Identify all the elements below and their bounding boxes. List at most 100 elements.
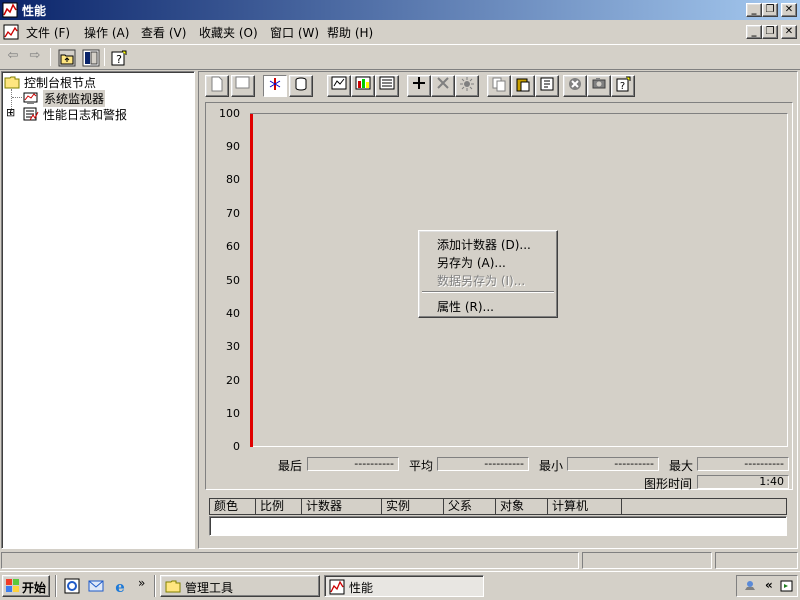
toolbar-separator xyxy=(104,48,105,66)
menu-properties[interactable]: 属性 (R)... xyxy=(437,298,494,315)
view-graph-icon[interactable] xyxy=(327,75,351,97)
volume-tray-icon[interactable] xyxy=(779,578,795,594)
average-label: 平均 xyxy=(409,459,434,473)
legend-col-scale[interactable]: 比例 xyxy=(256,499,302,514)
legend-list[interactable] xyxy=(209,516,787,536)
window-title: 性能 xyxy=(22,4,47,18)
minimum-value: ---------- xyxy=(567,457,659,471)
taskbar-separator xyxy=(154,575,156,597)
folder-icon xyxy=(4,76,20,89)
paste-counter-list-icon[interactable] xyxy=(511,75,535,97)
svg-text:?: ? xyxy=(620,81,625,92)
last-label: 最后 xyxy=(278,459,303,473)
status-bar xyxy=(0,550,800,570)
y-tick-label: 50 xyxy=(226,274,240,287)
menu-action[interactable]: 操作 (A) xyxy=(84,24,129,41)
clear-display-icon[interactable] xyxy=(231,75,255,97)
tree-line xyxy=(12,97,22,98)
forward-arrow-icon[interactable]: ⇨ xyxy=(24,47,46,67)
performance-app-icon xyxy=(329,579,345,595)
task-label: 管理工具 xyxy=(185,581,234,595)
performance-app-icon xyxy=(2,2,18,18)
sysmon-help-icon[interactable]: ? xyxy=(611,75,635,97)
status-pane-3 xyxy=(715,552,798,569)
tree-label: 控制台根节点 xyxy=(24,76,97,90)
delete-counter-icon[interactable] xyxy=(431,75,455,97)
mmc-document-icon[interactable] xyxy=(3,24,19,40)
view-current-activity-icon[interactable] xyxy=(263,75,287,97)
menu-help[interactable]: 帮助 (H) xyxy=(327,24,373,41)
view-histogram-icon[interactable] xyxy=(351,75,375,97)
child-close-button[interactable]: ✕ xyxy=(781,25,797,39)
title-bar: 性能 _ ❐ ✕ xyxy=(0,0,800,20)
status-pane-main xyxy=(1,552,579,569)
minimize-button[interactable]: _ xyxy=(746,3,762,17)
highlight-icon[interactable] xyxy=(455,75,479,97)
child-minimize-button[interactable]: _ xyxy=(746,25,762,39)
legend-col-object[interactable]: 对象 xyxy=(496,499,548,514)
close-button[interactable]: ✕ xyxy=(781,3,797,17)
menu-window[interactable]: 窗口 (W) xyxy=(270,24,319,41)
internet-explorer-icon[interactable]: e xyxy=(112,578,128,594)
child-restore-button[interactable]: ❐ xyxy=(762,25,778,39)
time-bar xyxy=(250,114,253,447)
menu-file[interactable]: 文件 (F) xyxy=(26,24,70,41)
taskbar-separator xyxy=(55,575,57,597)
maximum-label: 最大 xyxy=(669,459,694,473)
legend-col-counter[interactable]: 计数器 xyxy=(302,499,382,514)
freeze-display-icon[interactable] xyxy=(563,75,587,97)
y-tick-label: 0 xyxy=(233,440,240,453)
tree-label: 性能日志和警报 xyxy=(43,108,128,122)
tray-chevron[interactable]: « xyxy=(765,578,773,592)
menu-view[interactable]: 查看 (V) xyxy=(141,24,186,41)
last-value: ---------- xyxy=(307,457,399,471)
standard-toolbar: ⇦ ⇨ ? xyxy=(0,44,800,70)
console-tree: 控制台根节点 系统监视器 ⊞ 性能日志和警报 xyxy=(1,71,195,549)
view-log-data-icon[interactable] xyxy=(289,75,313,97)
up-folder-icon[interactable] xyxy=(58,49,76,67)
y-tick-label: 10 xyxy=(226,407,240,420)
legend-col-instance[interactable]: 实例 xyxy=(382,499,444,514)
task-admin-tools[interactable]: 管理工具 xyxy=(160,575,320,597)
outlook-express-icon[interactable] xyxy=(88,578,104,594)
y-tick-label: 100 xyxy=(219,107,240,120)
expand-icon[interactable]: ⊞ xyxy=(6,106,15,119)
restore-button[interactable]: ❐ xyxy=(762,3,778,17)
y-tick-label: 80 xyxy=(226,173,240,186)
y-tick-label: 20 xyxy=(226,374,240,387)
task-performance[interactable]: 性能 xyxy=(324,575,484,597)
copy-properties-icon[interactable] xyxy=(487,75,511,97)
new-counter-set-icon[interactable] xyxy=(205,75,229,97)
network-tray-icon[interactable] xyxy=(742,578,758,594)
show-hide-tree-icon[interactable] xyxy=(82,49,100,67)
status-pane-2 xyxy=(582,552,712,569)
y-tick-label: 60 xyxy=(226,240,240,253)
quicklaunch-chevron[interactable]: » xyxy=(138,576,145,590)
view-report-icon[interactable] xyxy=(375,75,399,97)
y-tick-label: 90 xyxy=(226,140,240,153)
menu-save-as[interactable]: 另存为 (A)... xyxy=(437,254,506,271)
system-monitor-icon xyxy=(23,92,38,104)
y-tick-label: 40 xyxy=(226,307,240,320)
logs-alerts-icon xyxy=(23,107,39,121)
menu-bar: 文件 (F) 操作 (A) 查看 (V) 收藏夹 (O) 窗口 (W) 帮助 (… xyxy=(0,21,800,43)
menu-add-counters[interactable]: 添加计数器 (D)... xyxy=(437,236,531,253)
properties-icon[interactable] xyxy=(535,75,559,97)
start-button[interactable]: 开始 xyxy=(2,575,50,597)
menu-save-data-as: 数据另存为 (I)... xyxy=(437,274,526,288)
legend-col-computer[interactable]: 计算机 xyxy=(548,499,622,514)
duration-label: 图形时间 xyxy=(644,477,693,491)
windows-logo-icon xyxy=(6,579,19,592)
back-arrow-icon[interactable]: ⇦ xyxy=(2,47,24,67)
ie-quicklaunch-icon[interactable] xyxy=(64,578,80,594)
legend-col-color[interactable]: 颜色 xyxy=(210,499,256,514)
average-value: ---------- xyxy=(437,457,529,471)
help-icon[interactable]: ? xyxy=(110,49,128,67)
update-data-icon[interactable] xyxy=(587,75,611,97)
y-tick-label: 30 xyxy=(226,340,240,353)
context-menu: 添加计数器 (D)... 另存为 (A)... 数据另存为 (I)... 属性 … xyxy=(418,230,558,318)
svg-text:?: ? xyxy=(116,53,122,66)
legend-col-parent[interactable]: 父系 xyxy=(444,499,496,514)
add-counter-icon[interactable] xyxy=(407,75,431,97)
menu-favorites[interactable]: 收藏夹 (O) xyxy=(199,24,258,41)
